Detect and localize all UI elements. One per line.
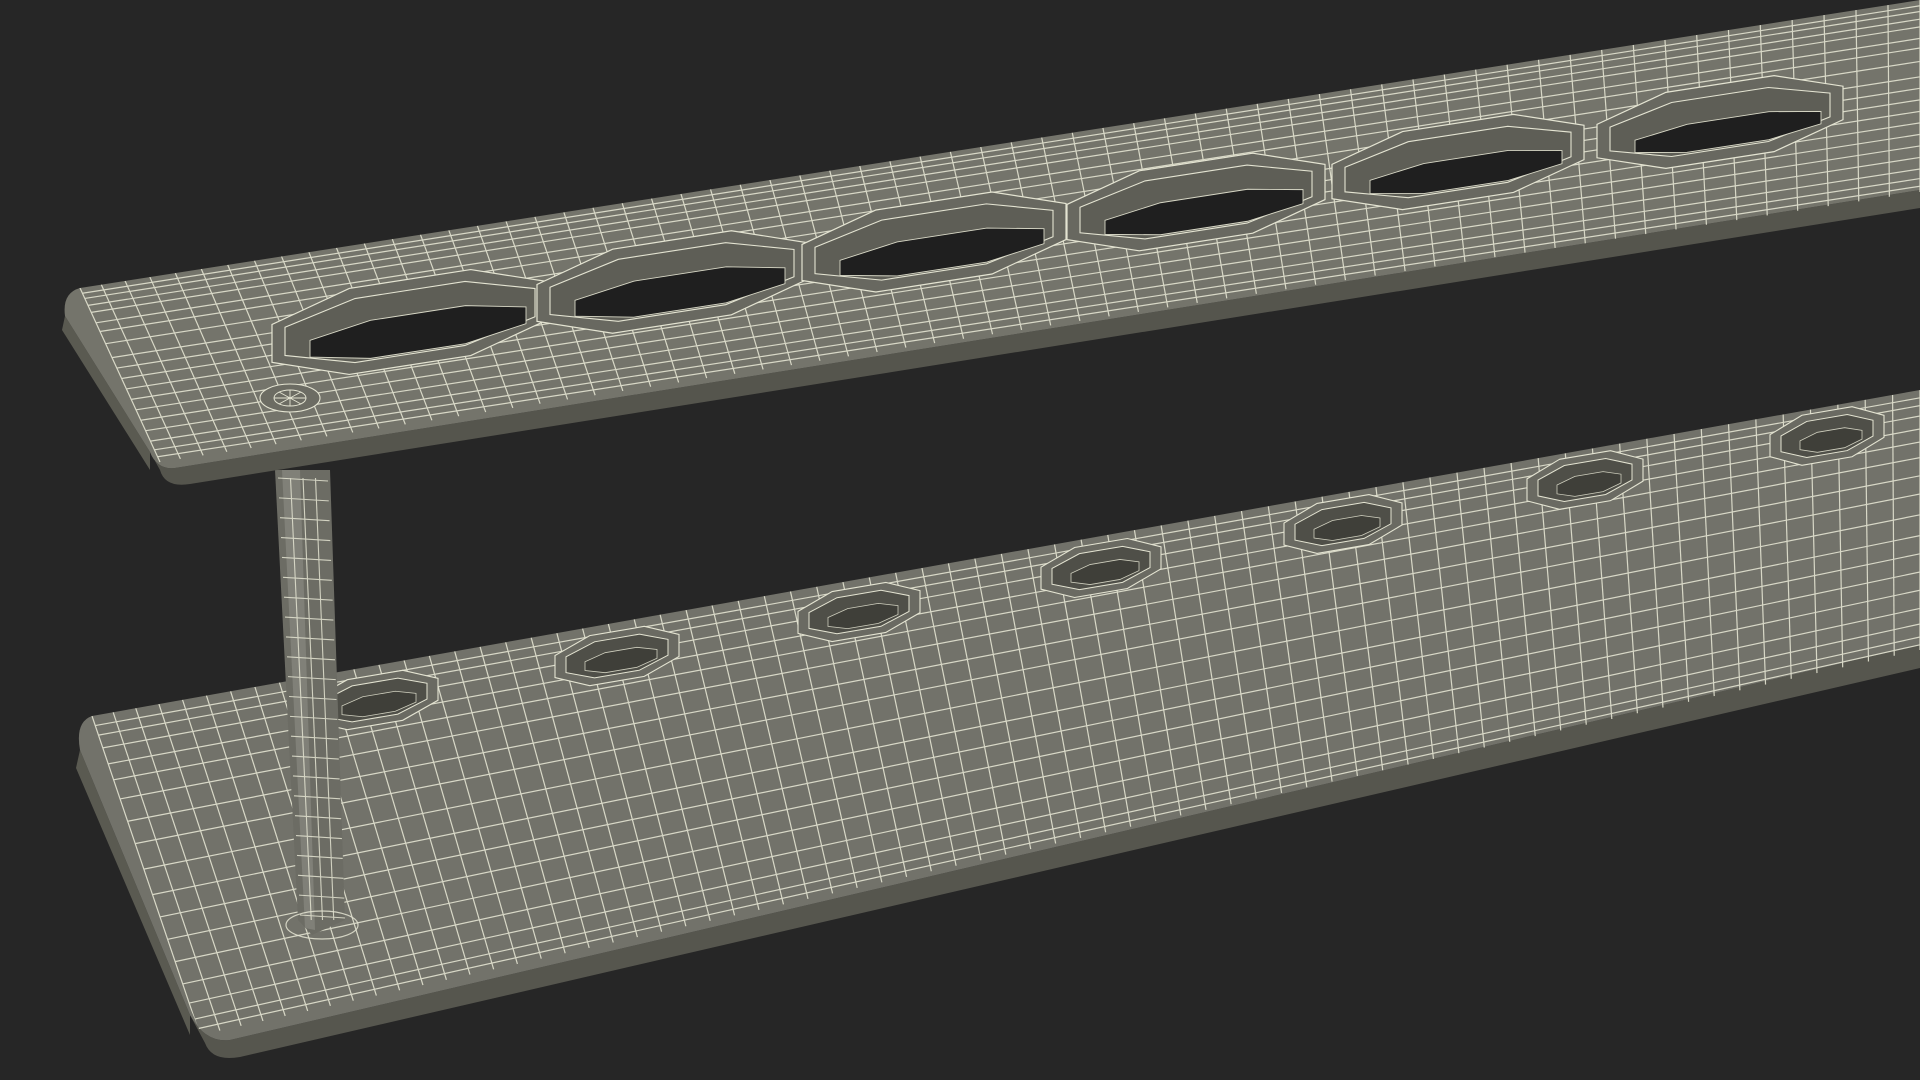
wireframe-render xyxy=(62,0,1920,1059)
rack-logo-mark xyxy=(259,383,321,413)
3d-viewport xyxy=(0,0,1920,1080)
